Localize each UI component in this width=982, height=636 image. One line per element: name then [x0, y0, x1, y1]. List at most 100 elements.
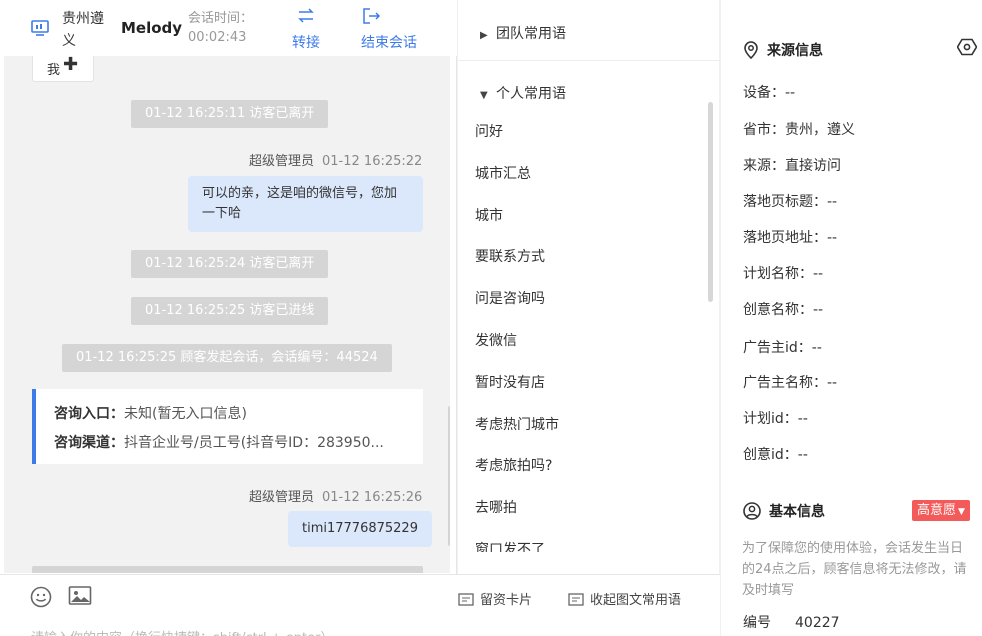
lead-card-button[interactable]: 留资卡片 — [458, 589, 532, 608]
session-time-label: 会话时间： — [188, 11, 254, 26]
intent-badge[interactable]: 高意愿 ▼ — [912, 500, 970, 521]
logout-icon — [363, 8, 381, 24]
me-chip-label: 我 — [47, 63, 61, 78]
info-value: -- — [785, 85, 796, 101]
system-message: 01-12 16:25:24 访客已离开 — [131, 250, 329, 278]
divider — [458, 60, 719, 61]
end-session-button[interactable]: 结束会话 — [361, 6, 417, 52]
settings-icon[interactable] — [957, 38, 977, 56]
end-session-label: 结束会话 — [361, 35, 417, 51]
image-icon[interactable] — [68, 585, 92, 607]
consult-entry-row: 咨询入口：未知(暂无入口信息) — [54, 400, 423, 429]
phrase-item[interactable]: 问好 — [458, 112, 706, 154]
message-time: 01-12 16:25:26 — [322, 490, 423, 505]
message-scrollbar[interactable] — [448, 406, 450, 546]
info-row-landing-url: 落地页地址：-- — [743, 227, 837, 247]
basic-info-title: 基本信息 — [743, 501, 825, 521]
info-label: 设备： — [743, 85, 785, 101]
consult-entry-label: 咨询入口： — [54, 406, 124, 422]
consult-channel-value: 抖音企业号/员工号(抖音号ID：283950... — [124, 435, 384, 451]
pc-monitor-icon — [31, 20, 49, 36]
location-pin-icon — [744, 41, 758, 60]
info-label: 落地页地址： — [743, 230, 827, 246]
basic-info-label: 基本信息 — [769, 504, 825, 520]
info-value: -- — [797, 447, 808, 463]
caret-down-icon: ▼ — [480, 90, 488, 101]
info-label: 计划id： — [743, 411, 798, 427]
consult-info-card: 咨询入口：未知(暂无入口信息) 咨询渠道：抖音企业号/员工号(抖音号ID：283… — [32, 389, 423, 464]
consult-channel-row: 咨询渠道：抖音企业号/员工号(抖音号ID：283950... — [54, 429, 423, 458]
info-value: 直接访问 — [785, 158, 841, 174]
source-info-label: 来源信息 — [767, 43, 823, 59]
info-row-plan-name: 计划名称：-- — [743, 263, 823, 283]
caret-right-icon: ▶ — [480, 30, 488, 41]
message-bubble: timi17776875229 — [288, 511, 432, 547]
customer-id-row: 编号 40227 — [743, 612, 840, 632]
info-row-landing-title: 落地页标题：-- — [743, 191, 837, 211]
system-message: 01-12 16:25:25 访客已进线 — [131, 297, 329, 325]
phrases-icon — [568, 593, 584, 606]
consult-channel-label: 咨询渠道： — [54, 435, 124, 451]
transfer-button[interactable]: 转接 — [292, 6, 320, 52]
phrase-item[interactable]: 考虑热门城市 — [458, 405, 706, 447]
phrase-item[interactable]: 发微信 — [458, 321, 706, 363]
personal-phrases-group[interactable]: ▼ 个人常用语 — [480, 83, 566, 103]
chat-panel: 贵州遵义 Melody 会话时间： 00:02:43 转接 结束会话 我 ✚ 01… — [0, 0, 457, 636]
visitor-location: 贵州遵义 — [62, 11, 104, 49]
phrase-item[interactable]: 去哪拍 — [458, 488, 706, 530]
phrase-item[interactable]: 窗口发不了 — [458, 530, 706, 552]
agent-name: Melody — [121, 19, 183, 37]
compose-toolbar: 留资卡片 收起图文常用语 请输入你的内容（换行快捷键：shift/ctrl + … — [0, 574, 720, 636]
transfer-label: 转接 — [292, 35, 320, 51]
session-time: 00:02:43 — [188, 30, 247, 45]
sender-name: 超级管理员 — [249, 154, 315, 169]
transfer-icon — [298, 8, 314, 23]
info-label: 广告主名称： — [743, 375, 827, 391]
id-label: 编号 — [743, 615, 771, 631]
team-phrases-label: 团队常用语 — [496, 26, 566, 42]
info-value: 贵州，遵义 — [785, 122, 855, 138]
info-row-creative-name: 创意名称：-- — [743, 299, 823, 319]
phrase-item[interactable]: 考虑旅拍吗? — [458, 446, 706, 488]
phrase-item[interactable]: 要联系方式 — [458, 237, 706, 279]
message-input[interactable]: 请输入你的内容（换行快捷键：shift/ctrl + enter） — [31, 627, 334, 636]
chat-workspace: 贵州遵义 Melody 会话时间： 00:02:43 转接 结束会话 我 ✚ 01… — [0, 0, 982, 636]
info-value: -- — [813, 302, 824, 318]
me-chip[interactable]: 我 ✚ — [32, 56, 94, 82]
collapse-phrases-button[interactable]: 收起图文常用语 — [568, 589, 681, 608]
caret-down-icon: ▼ — [958, 507, 965, 517]
message-meta: 超级管理员 01-12 16:25:22 — [249, 150, 422, 169]
info-value: -- — [827, 375, 838, 391]
info-row-advertiser-id: 广告主id：-- — [743, 337, 822, 357]
info-label: 广告主id： — [743, 340, 812, 356]
info-row-plan-id: 计划id：-- — [743, 408, 808, 428]
chat-header: 贵州遵义 Melody 会话时间： 00:02:43 转接 结束会话 — [0, 0, 457, 56]
user-icon — [743, 502, 761, 520]
card-icon — [458, 593, 474, 606]
plus-icon: ✚ — [63, 56, 79, 75]
intent-badge-label: 高意愿 — [917, 503, 957, 518]
info-label: 来源： — [743, 158, 785, 174]
info-value: -- — [811, 340, 822, 356]
info-label: 计划名称： — [743, 266, 813, 282]
phrase-item[interactable]: 问是咨询吗 — [458, 279, 706, 321]
team-phrases-group[interactable]: ▶ 团队常用语 — [480, 23, 566, 43]
info-value: -- — [797, 411, 808, 427]
info-row-source: 来源：直接访问 — [743, 155, 841, 175]
info-value: -- — [827, 230, 838, 246]
info-label: 落地页标题： — [743, 194, 827, 210]
phrase-item[interactable]: 暂时没有店 — [458, 363, 706, 405]
phrase-item[interactable]: 城市汇总 — [458, 154, 706, 196]
system-message: 01-12 16:25:25 顾客发起会话，会话编号：44524 — [62, 344, 392, 372]
info-row-device: 设备：-- — [743, 82, 795, 102]
source-info-title: 来源信息 — [743, 40, 823, 60]
system-message: 01-12 16:25:11 访客已离开 — [131, 100, 329, 128]
info-row-advertiser-name: 广告主名称：-- — [743, 372, 837, 392]
message-meta: 超级管理员 01-12 16:25:26 — [249, 486, 422, 505]
customer-info-panel: 来源信息 设备：-- 省市：贵州，遵义 来源：直接访问 落地页标题：-- 落地页… — [721, 0, 982, 636]
phrase-item[interactable]: 城市 — [458, 196, 706, 238]
message-list[interactable]: 我 ✚ 01-12 16:25:11 访客已离开 超级管理员 01-12 16:25… — [4, 56, 450, 573]
phrase-scrollbar[interactable] — [708, 102, 713, 302]
message-time: 01-12 16:25:22 — [322, 154, 423, 169]
emoji-icon[interactable] — [30, 586, 52, 608]
